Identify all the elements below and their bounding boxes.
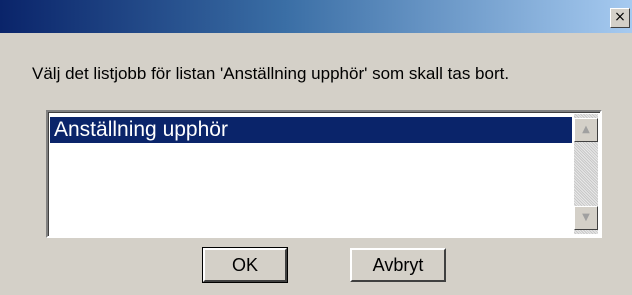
close-icon: × [614,9,626,25]
list-item-selected[interactable]: Anställning upphör [50,117,572,143]
listjob-listbox[interactable]: Anställning upphör ▲ ▼ [46,110,602,238]
ok-button[interactable]: OK [202,247,288,283]
cancel-button[interactable]: Avbryt [350,248,446,282]
close-button[interactable]: × [610,8,630,28]
scroll-down-button[interactable]: ▼ [574,206,598,230]
scroll-up-button[interactable]: ▲ [574,118,598,142]
vertical-scrollbar[interactable]: ▲ ▼ [574,114,598,234]
dialog-message: Välj det listjobb för listan 'Anställnin… [32,64,510,83]
title-bar[interactable]: × [0,0,632,33]
arrow-down-icon: ▼ [582,212,590,223]
dialog-window: × Välj det listjobb för listan 'Anställn… [0,0,632,295]
listbox-items: Anställning upphör [50,114,572,234]
arrow-up-icon: ▲ [582,124,590,135]
